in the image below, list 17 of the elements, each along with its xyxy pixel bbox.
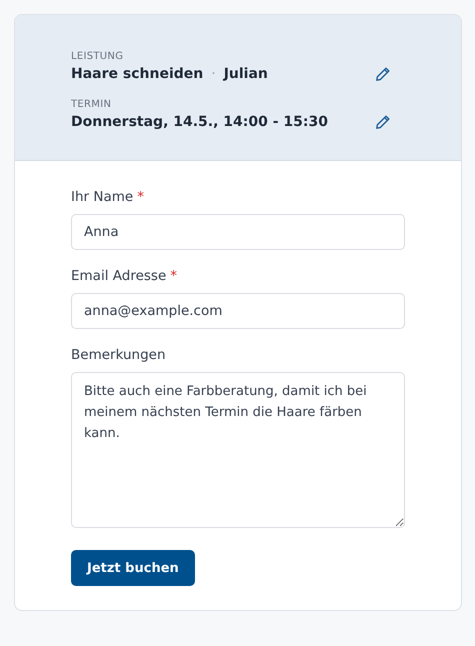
summary-label: LEISTUNG [71, 51, 124, 62]
required-mark: * [137, 189, 144, 205]
book-button[interactable]: Jetzt buchen [71, 550, 195, 586]
summary-value: Donnerstag, 14.5., 14:00 - 15:30 [71, 114, 328, 130]
edit-icon[interactable] [375, 66, 391, 82]
summary-value: Haare schneiden [71, 66, 204, 82]
remarks-field[interactable]: Bitte auch eine Farbberatung, damit ich bei meinem nächsten Termin die Haare färben kann. [71, 372, 405, 528]
separator: · [211, 66, 216, 82]
summary-detail: Julian [224, 66, 268, 82]
input-field[interactable]: Anna [71, 214, 405, 250]
edit-icon[interactable] [375, 114, 391, 130]
field-label: Bemerkungen [71, 347, 166, 363]
field-label: Ihr Name [71, 189, 134, 205]
input-field[interactable]: anna@example.com [71, 293, 405, 329]
required-mark: * [170, 268, 177, 284]
summary-label: TERMIN [71, 99, 112, 110]
field-label: Email Adresse [71, 268, 166, 284]
